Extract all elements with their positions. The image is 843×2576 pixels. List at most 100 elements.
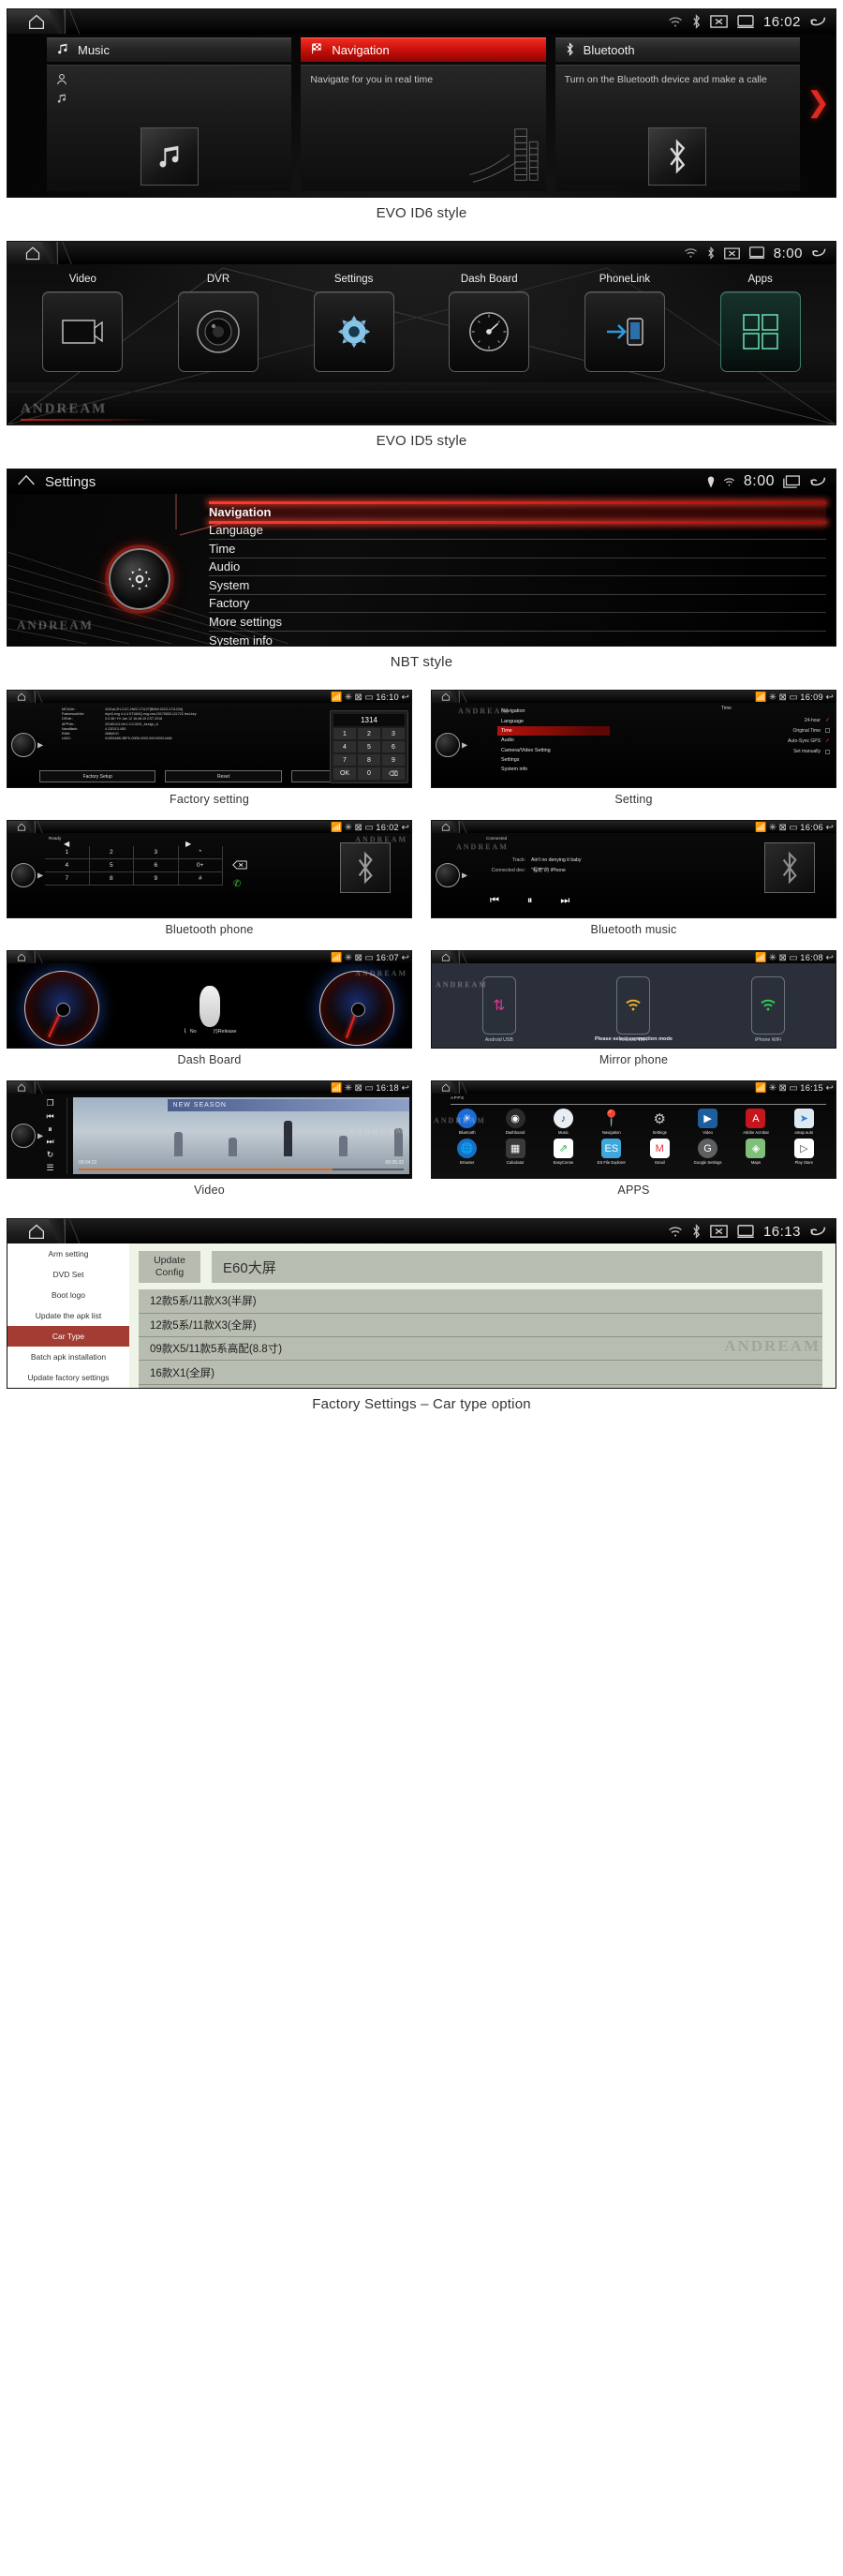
card-music-body[interactable] — [47, 65, 292, 191]
car-type-option[interactable]: 12款5系/11款X3(半屏) — [139, 1289, 822, 1314]
app-amap-auto[interactable]: ➤ amap auto — [780, 1109, 828, 1135]
mute-x-icon[interactable]: ⊠ — [354, 821, 362, 833]
repeat-icon[interactable]: ↻ — [47, 1150, 54, 1160]
mute-x-icon[interactable] — [710, 1225, 728, 1238]
dial-key-2[interactable]: 2 — [90, 846, 134, 858]
card-bluetooth-body[interactable]: Turn on the Bluetooth device and make a … — [555, 65, 800, 191]
video-screen-icon[interactable] — [42, 291, 124, 372]
home-button[interactable] — [7, 1219, 66, 1243]
menu-item-system[interactable]: System — [209, 576, 826, 595]
key-1[interactable]: 1 — [333, 728, 356, 739]
option-auto-sync-gps[interactable]: Auto-Sync GPS ✓ — [721, 736, 832, 747]
mute-x-icon[interactable]: ⊠ — [354, 691, 362, 703]
home-button[interactable] — [432, 1081, 460, 1094]
sidebar-item-update-apk-list[interactable]: Update the apk list — [7, 1305, 129, 1326]
app-music[interactable]: ♪ Music — [540, 1109, 587, 1135]
right-arrow-icon[interactable]: ▶ — [462, 871, 467, 880]
tile-dvr[interactable]: DVR — [177, 274, 259, 372]
sidebar-item-dvd-set[interactable]: DVD Set — [7, 1264, 129, 1285]
backspace-icon[interactable] — [232, 857, 247, 874]
dial-key-9[interactable]: 9 — [134, 872, 179, 885]
key-7[interactable]: 7 — [333, 754, 356, 766]
playlist-icon[interactable]: ☰ — [46, 1163, 53, 1173]
right-arrow-icon[interactable]: ▶ — [37, 871, 43, 880]
back-arrow-icon[interactable]: ↩ — [401, 951, 408, 963]
dial-key-1[interactable]: 1 — [45, 846, 90, 858]
home-button[interactable] — [432, 691, 460, 703]
current-car-type-value[interactable]: E60大屏 — [212, 1251, 822, 1284]
dial-key-3[interactable]: 3 — [134, 846, 179, 858]
video-surface[interactable]: NEW SEASON 00:04:21 00:05:32 — [73, 1097, 409, 1174]
menu-item-navigation[interactable]: Navigation — [497, 707, 610, 716]
pause-icon[interactable]: ⏸ — [48, 1124, 52, 1135]
sidebar-item-arm-setting[interactable]: Arm setting — [7, 1243, 129, 1264]
right-arrow-icon[interactable]: ▶ — [462, 741, 467, 750]
card-music[interactable]: Music — [47, 37, 292, 191]
home-icon[interactable] — [17, 473, 36, 491]
fullscreen-icon[interactable]: ❐ — [46, 1098, 53, 1109]
app-es-file-explorer[interactable]: ES ES File Explorer — [587, 1139, 635, 1165]
app-browser[interactable]: 🌐 Browser — [443, 1139, 491, 1165]
rotary-knob[interactable] — [11, 1124, 36, 1148]
menu-item-system-info[interactable]: System info — [497, 765, 610, 774]
call-icon[interactable]: ✆ — [233, 879, 241, 889]
car-type-option[interactable]: 11款7系高配(8.8寸) — [139, 1385, 822, 1388]
screen-icon[interactable]: ▭ — [364, 821, 373, 833]
app-bluetooth[interactable]: ✳ Bluetooth — [443, 1109, 491, 1135]
right-arrow-icon[interactable]: ▶ — [37, 741, 43, 750]
option-set-manually[interactable]: Set manually — [721, 747, 832, 757]
key-3[interactable]: 3 — [382, 728, 405, 739]
home-button[interactable] — [7, 1081, 36, 1094]
mode-android-usb[interactable]: ⇅ Android USB — [481, 976, 516, 1043]
home-button[interactable] — [432, 951, 460, 963]
menu-item-audio[interactable]: Audio — [497, 736, 610, 745]
card-music-header[interactable]: Music — [47, 37, 292, 62]
menu-item-time[interactable]: Time — [497, 725, 610, 737]
back-arrow-icon[interactable]: ↩ — [401, 691, 408, 703]
key-4[interactable]: 4 — [333, 741, 356, 752]
menu-item-more-settings[interactable]: More settings — [209, 613, 826, 632]
next-icon[interactable]: ⏭ — [46, 1137, 53, 1147]
screen-icon[interactable]: ▭ — [789, 1081, 797, 1094]
update-config-button[interactable]: Update Config — [139, 1251, 200, 1284]
screen-icon[interactable] — [736, 14, 755, 29]
key-backspace[interactable]: ⌫ — [382, 767, 405, 780]
dvr-lens-icon[interactable] — [177, 291, 259, 372]
rotary-knob[interactable] — [436, 733, 460, 757]
factory-setup-button[interactable]: Factory Setup — [39, 770, 156, 782]
dial-key-8[interactable]: 8 — [90, 872, 134, 885]
card-navigation-header[interactable]: Navigation — [301, 37, 546, 62]
mute-x-icon[interactable] — [710, 15, 728, 28]
back-arrow-icon[interactable] — [809, 15, 827, 29]
menu-item-system-info[interactable]: System info — [209, 632, 826, 646]
menu-item-factory[interactable]: Factory — [209, 595, 826, 613]
sidebar-item-boot-logo[interactable]: Boot logo — [7, 1285, 129, 1305]
home-button[interactable] — [7, 691, 36, 703]
screen-icon[interactable] — [736, 1224, 755, 1239]
tile-apps[interactable]: Apps — [719, 274, 801, 372]
key-2[interactable]: 2 — [358, 728, 380, 739]
screen-icon[interactable] — [783, 474, 801, 489]
pause-icon[interactable]: ⏸ — [527, 895, 533, 907]
menu-item-settings[interactable]: Settings — [497, 755, 610, 765]
app-maps[interactable]: ◈ Maps — [732, 1139, 779, 1165]
back-arrow-icon[interactable]: ↩ — [401, 821, 408, 833]
menu-item-language[interactable]: Language — [497, 716, 610, 725]
reset-button[interactable]: Reset — [165, 770, 282, 782]
dial-key-5[interactable]: 5 — [90, 859, 134, 871]
back-arrow-icon[interactable]: ↩ — [825, 691, 833, 703]
rotary-knob[interactable] — [11, 863, 36, 887]
menu-item-navigation[interactable]: Navigation — [209, 501, 826, 523]
prev-icon[interactable]: ⏮ — [490, 895, 499, 907]
tile-dashboard[interactable]: Dash Board — [449, 274, 530, 372]
screen-icon[interactable]: ▭ — [364, 951, 373, 963]
menu-item-camera-video-setting[interactable]: Camera/Video Setting — [497, 746, 610, 755]
screen-icon[interactable]: ▭ — [364, 691, 373, 703]
sidebar-item-update-factory-settings[interactable]: Update factory settings — [7, 1367, 129, 1388]
gauge-icon[interactable] — [449, 291, 530, 372]
back-arrow-icon[interactable] — [809, 1225, 827, 1239]
mute-x-icon[interactable]: ⊠ — [354, 1081, 362, 1094]
app-video[interactable]: ▶ Video — [684, 1109, 732, 1135]
mode-android-wifi[interactable]: Android WiFi — [616, 976, 651, 1043]
screen-icon[interactable] — [748, 246, 765, 260]
